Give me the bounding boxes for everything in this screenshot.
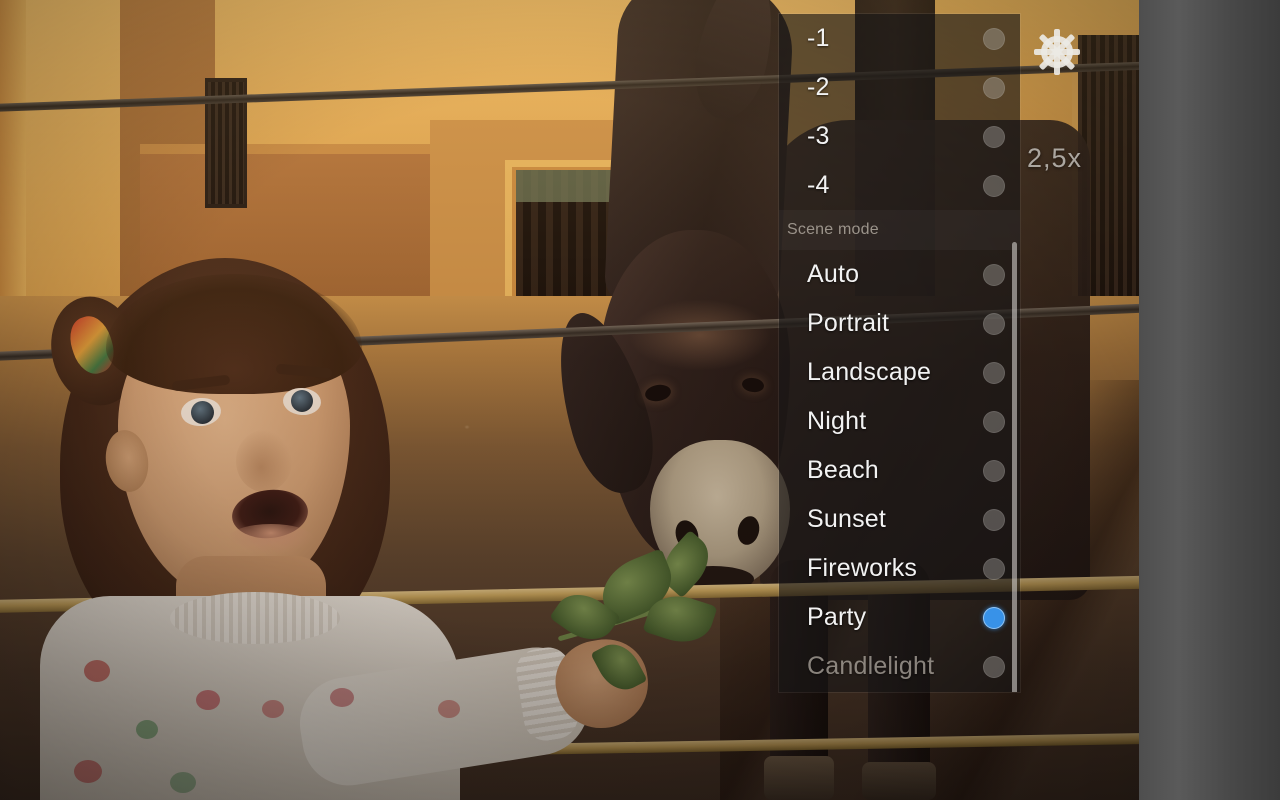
radio-button[interactable]	[983, 27, 1005, 50]
settings-option-party[interactable]: Party	[779, 593, 1020, 642]
gear-ring-icon	[1041, 36, 1073, 68]
radio-button[interactable]	[983, 655, 1005, 678]
child-lower-lip	[228, 524, 314, 554]
donkey-hoof-right	[862, 762, 936, 800]
sweater-flower	[438, 700, 460, 718]
settings-option-label: -4	[807, 171, 830, 199]
settings-option-label: -1	[807, 24, 830, 52]
donkey-brow-highlight	[630, 300, 770, 370]
scene-mode-section-header: Scene mode	[779, 210, 1020, 250]
wall-shadow-edge	[0, 0, 26, 300]
sweater-flower	[74, 760, 102, 783]
settings-option-portrait[interactable]: Portrait	[779, 299, 1020, 348]
settings-option-label: Auto	[807, 260, 860, 288]
sweater-flower	[84, 660, 110, 682]
sweater-flower	[196, 690, 220, 710]
radio-button[interactable]	[983, 174, 1005, 197]
radio-button[interactable]	[983, 312, 1005, 335]
zoom-level-indicator: 2,5x	[1027, 143, 1083, 173]
radio-button[interactable]	[983, 263, 1005, 286]
child-iris-right	[291, 390, 313, 412]
sweater-flower	[170, 772, 196, 793]
radio-button[interactable]	[983, 557, 1005, 580]
settings-option-list: -1 -2 -3 -4 Scene mode Auto Portrait Landscape N…	[779, 14, 1020, 691]
settings-option-2[interactable]: -2	[779, 63, 1020, 112]
settings-option-fireworks[interactable]: Fireworks	[779, 544, 1020, 593]
donkey-hoof-left	[764, 756, 834, 800]
child-sweater-collar	[170, 592, 340, 644]
settings-option-3[interactable]: -3	[779, 112, 1020, 161]
settings-option-label: Party	[807, 603, 867, 631]
sweater-flower	[136, 720, 158, 739]
settings-option-label: Landscape	[807, 358, 932, 386]
radio-button[interactable]	[983, 76, 1005, 99]
settings-option-auto[interactable]: Auto	[779, 250, 1020, 299]
camera-app-screen: -1 -2 -3 -4 Scene mode Auto Portrait Landscape N…	[0, 0, 1280, 800]
camera-control-bar	[1139, 0, 1280, 800]
settings-option-label: Beach	[807, 456, 879, 484]
sweater-flower	[262, 700, 284, 718]
settings-gear-button[interactable]	[1033, 28, 1081, 76]
settings-option-label: Candlelight	[807, 652, 935, 680]
settings-option-1[interactable]: -1	[779, 14, 1020, 63]
settings-option-label: Night	[807, 407, 867, 435]
settings-popup[interactable]: -1 -2 -3 -4 Scene mode Auto Portrait Landscape N…	[779, 14, 1020, 692]
settings-option-label: Fireworks	[807, 554, 918, 582]
radio-button-selected[interactable]	[983, 606, 1005, 629]
settings-option-label: Sunset	[807, 505, 887, 533]
settings-option-night[interactable]: Night	[779, 397, 1020, 446]
settings-option-landscape[interactable]: Landscape	[779, 348, 1020, 397]
popup-scrollbar[interactable]	[1012, 242, 1017, 692]
child-iris-left	[191, 401, 214, 424]
settings-option-beach[interactable]: Beach	[779, 446, 1020, 495]
radio-button[interactable]	[983, 508, 1005, 531]
radio-button[interactable]	[983, 361, 1005, 384]
radio-button[interactable]	[983, 125, 1005, 148]
settings-option-label: -2	[807, 73, 830, 101]
radio-button[interactable]	[983, 410, 1005, 433]
radio-button[interactable]	[983, 459, 1005, 482]
settings-option-label: Portrait	[807, 309, 890, 337]
sweater-flower	[330, 688, 354, 707]
settings-option-label: -3	[807, 122, 830, 150]
child-nose	[236, 430, 292, 492]
settings-option-sunset[interactable]: Sunset	[779, 495, 1020, 544]
section-header-label: Scene mode	[787, 221, 879, 238]
settings-option-candlelight[interactable]: Candlelight	[779, 642, 1020, 691]
settings-option-4[interactable]: -4	[779, 161, 1020, 210]
